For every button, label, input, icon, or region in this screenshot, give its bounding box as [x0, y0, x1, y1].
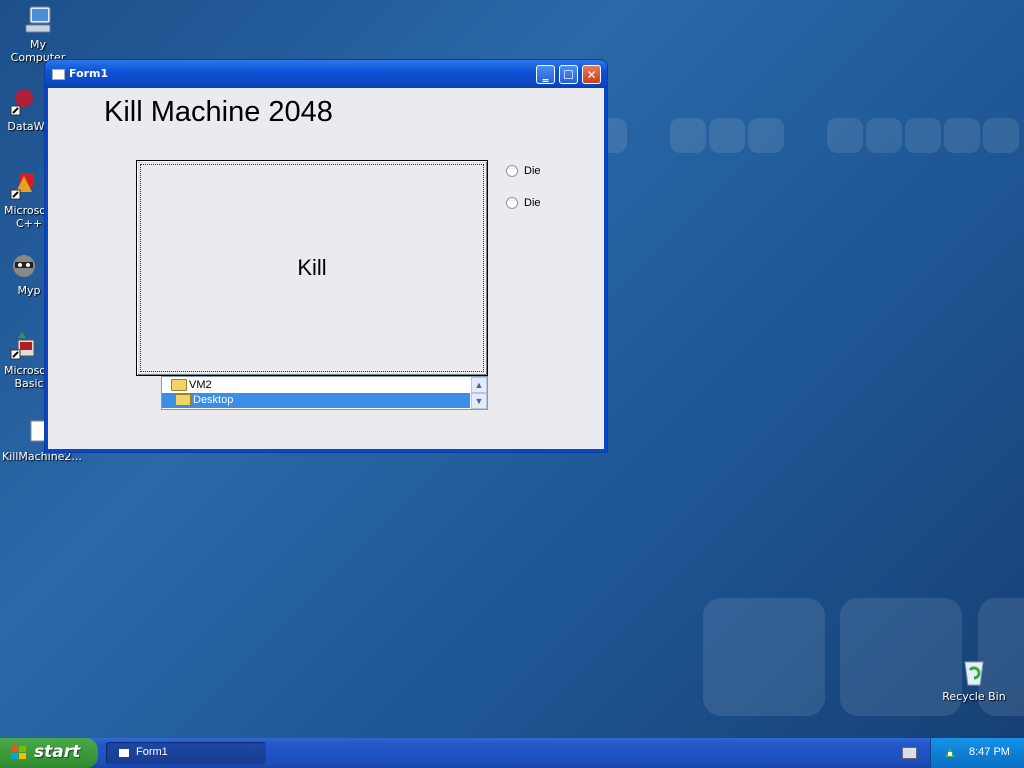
system-tray: 8:47 PM [930, 738, 1024, 768]
form-icon [119, 749, 129, 757]
desktop-decoration [827, 118, 863, 153]
windows-logo-icon [11, 746, 27, 760]
desktop-icon-recycle-bin[interactable]: Recycle Bin [938, 656, 1010, 703]
maximize-button[interactable]: ☐ [559, 65, 578, 84]
recycle-bin-icon [958, 656, 990, 688]
dir-item-label: Desktop [193, 394, 234, 406]
window-title: Form1 [69, 67, 109, 80]
datawa-icon [6, 86, 38, 118]
dir-list-item-selected[interactable]: Desktop [162, 393, 470, 408]
visual-basic-icon [6, 330, 38, 362]
folder-icon [171, 379, 187, 392]
kill-button-label: Kill [297, 255, 327, 280]
close-icon: ✕ [586, 67, 597, 82]
chevron-down-icon: ▼ [474, 396, 484, 406]
minimize-button[interactable]: ‗ [536, 65, 555, 84]
taskbar-item-form1[interactable]: Form1 [106, 742, 266, 764]
radio-label: Die [524, 165, 541, 177]
close-button[interactable]: ✕ [582, 65, 601, 84]
network-icon[interactable] [943, 746, 957, 759]
dir-item-label: VM2 [189, 379, 212, 391]
kill-button[interactable]: Kill [136, 160, 488, 376]
form-client-area: Kill Machine 2048 Kill Die Die VM2 Deskt… [48, 88, 604, 449]
desktop-icon-my-computer[interactable]: My Computer [2, 4, 74, 64]
form1-window: Form1 ‗ ☐ ✕ Kill Machine 2048 Kill Die D… [45, 60, 607, 452]
desktop-decoration [983, 118, 1019, 153]
minimize-icon: ‗ [542, 67, 549, 82]
directory-list[interactable]: VM2 Desktop ▲ ▼ [161, 376, 488, 410]
desktop-icon-label: Recycle Bin [942, 690, 1006, 703]
window-titlebar[interactable]: Form1 ‗ ☐ ✕ [45, 60, 607, 88]
desktop-decoration [944, 118, 980, 153]
desktop-decoration [709, 118, 745, 153]
die-radio-2[interactable]: Die [506, 197, 541, 210]
radio-label: Die [524, 197, 541, 209]
scroll-down-button[interactable]: ▼ [471, 393, 487, 409]
taskbar: start Form1 8:47 PM [0, 738, 1024, 768]
maximize-icon: ☐ [563, 67, 574, 82]
visual-cpp-icon [6, 170, 38, 202]
desktop-decoration [703, 598, 825, 716]
app-title: Kill Machine 2048 [104, 96, 333, 128]
radio-circle [506, 197, 518, 210]
form-icon [52, 69, 65, 80]
clock[interactable]: 8:47 PM [969, 746, 1010, 758]
folder-open-icon [175, 394, 191, 407]
dir-list-item[interactable]: VM2 [162, 378, 470, 393]
desktop-decoration [748, 118, 784, 153]
desktop-decoration [866, 118, 902, 153]
start-button[interactable]: start [0, 738, 98, 768]
computer-icon [22, 4, 54, 36]
scroll-up-button[interactable]: ▲ [471, 377, 487, 393]
raccoon-icon [6, 250, 38, 282]
die-radio-1[interactable]: Die [506, 165, 541, 178]
radio-circle [506, 165, 518, 178]
start-label: start [34, 742, 81, 762]
keyboard-icon[interactable] [902, 747, 917, 759]
chevron-up-icon: ▲ [474, 380, 484, 390]
taskbar-item-label: Form1 [136, 746, 168, 758]
desktop-decoration [670, 118, 706, 153]
desktop-decoration [905, 118, 941, 153]
